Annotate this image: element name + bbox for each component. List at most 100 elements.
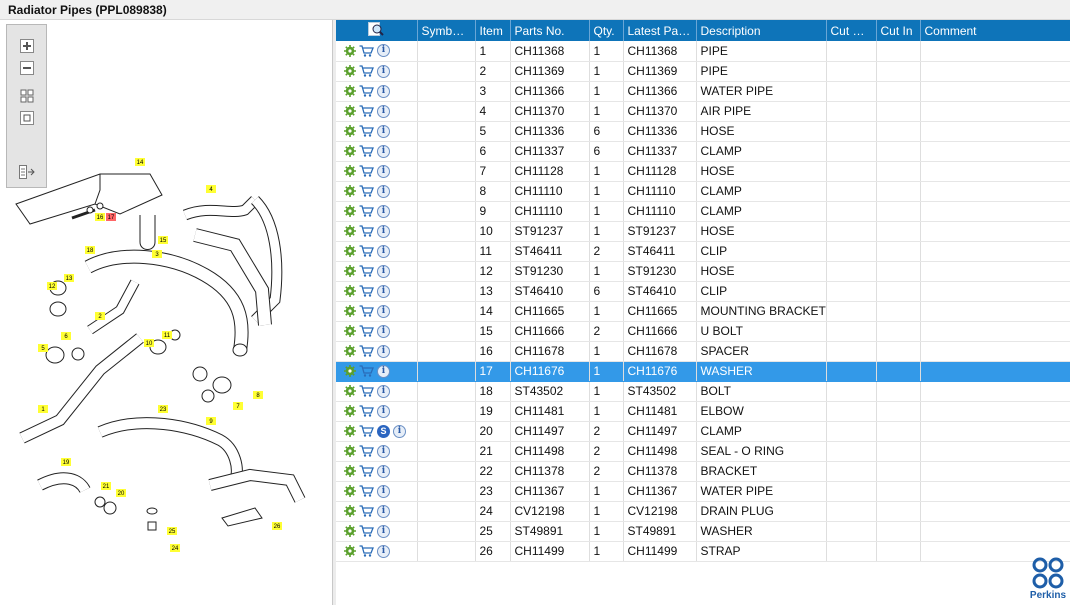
cart-icon[interactable] (359, 145, 374, 157)
cart-icon[interactable] (359, 125, 374, 137)
info-icon[interactable]: i (377, 344, 390, 358)
info-icon[interactable]: i (377, 44, 390, 58)
gear-icon[interactable] (344, 345, 356, 357)
exploded-diagram-panel[interactable]: 1 2 3 4 5 6 7 8 9 10 11 12 13 14 15 16 17 18 19 20 21 23 24 25 2… (0, 20, 333, 605)
callout-14[interactable]: 14 (135, 158, 145, 166)
cart-icon[interactable] (359, 285, 374, 297)
info-icon[interactable]: i (377, 284, 390, 298)
column-header-cut-in[interactable]: Cut In (876, 20, 921, 41)
gear-icon[interactable] (344, 485, 356, 497)
info-icon[interactable]: i (377, 164, 390, 178)
table-row[interactable]: i 2 CH11369 1 CH11369 PIPE (336, 61, 1070, 82)
info-icon[interactable]: i (377, 124, 390, 138)
callout-19[interactable]: 19 (61, 458, 71, 466)
cart-icon[interactable] (359, 345, 374, 357)
table-row[interactable]: i 4 CH11370 1 CH11370 AIR PIPE (336, 101, 1070, 122)
cart-icon[interactable] (359, 45, 374, 57)
table-row[interactable]: i 5 CH11336 6 CH11336 HOSE (336, 121, 1070, 142)
callout-9[interactable]: 9 (206, 417, 216, 425)
table-row[interactable]: i 1 CH11368 1 CH11368 PIPE (336, 41, 1070, 62)
column-header-symbols[interactable]: Symbol(s) (417, 20, 476, 41)
callout-23[interactable]: 23 (158, 405, 168, 413)
gear-icon[interactable] (344, 545, 356, 557)
info-icon[interactable]: i (377, 464, 390, 478)
callout-12[interactable]: 12 (47, 282, 57, 290)
table-row[interactable]: i 21 CH11498 2 CH11498 SEAL - O RING (336, 441, 1070, 462)
info-icon[interactable]: i (377, 204, 390, 218)
cart-icon[interactable] (359, 205, 374, 217)
gear-icon[interactable] (344, 385, 356, 397)
info-icon[interactable]: i (377, 224, 390, 238)
info-icon[interactable]: i (377, 544, 390, 558)
column-header-description[interactable]: Description (696, 20, 827, 41)
table-row[interactable]: i 3 CH11366 1 CH11366 WATER PIPE (336, 81, 1070, 102)
info-icon[interactable]: i (377, 264, 390, 278)
callout-5[interactable]: 5 (38, 344, 48, 352)
table-row[interactable]: i 18 ST43502 1 ST43502 BOLT (336, 381, 1070, 402)
info-icon[interactable]: i (377, 144, 390, 158)
callout-10[interactable]: 10 (144, 339, 154, 347)
zoom-out-button[interactable] (17, 59, 37, 77)
gear-icon[interactable] (344, 205, 356, 217)
callout-2[interactable]: 2 (95, 312, 105, 320)
callout-25[interactable]: 25 (167, 527, 177, 535)
info-icon[interactable]: i (377, 64, 390, 78)
gear-icon[interactable] (344, 165, 356, 177)
gear-icon[interactable] (344, 65, 356, 77)
search-filter-icon[interactable] (368, 21, 384, 37)
info-icon[interactable]: i (377, 504, 390, 518)
cart-icon[interactable] (359, 485, 374, 497)
sidebar-toggle-button[interactable] (17, 163, 37, 181)
callout-21[interactable]: 21 (101, 482, 111, 490)
gear-icon[interactable] (344, 265, 356, 277)
info-icon[interactable]: i (377, 524, 390, 538)
table-row[interactable]: i 7 CH11128 1 CH11128 HOSE (336, 161, 1070, 182)
gear-icon[interactable] (344, 445, 356, 457)
gear-icon[interactable] (344, 525, 356, 537)
callout-4[interactable]: 4 (206, 185, 216, 193)
gear-icon[interactable] (344, 505, 356, 517)
table-row[interactable]: i 23 CH11367 1 CH11367 WATER PIPE (336, 481, 1070, 502)
gear-icon[interactable] (344, 405, 356, 417)
fit-window-button[interactable] (17, 109, 37, 127)
gear-icon[interactable] (344, 465, 356, 477)
column-header-icons[interactable] (336, 20, 418, 41)
gear-icon[interactable] (344, 225, 356, 237)
info-icon[interactable]: i (377, 364, 390, 378)
cart-icon[interactable] (359, 85, 374, 97)
table-row[interactable]: i 6 CH11337 6 CH11337 CLAMP (336, 141, 1070, 162)
callout-13[interactable]: 13 (64, 274, 74, 282)
callout-7[interactable]: 7 (233, 402, 243, 410)
table-row[interactable]: Si 20 CH11497 2 CH11497 CLAMP (336, 421, 1070, 442)
gear-icon[interactable] (344, 145, 356, 157)
table-row[interactable]: i 16 CH11678 1 CH11678 SPACER (336, 341, 1070, 362)
table-row[interactable]: i 22 CH11378 2 CH11378 BRACKET (336, 461, 1070, 482)
table-row[interactable]: i 15 CH11666 2 CH11666 U BOLT (336, 321, 1070, 342)
cart-icon[interactable] (359, 465, 374, 477)
info-icon[interactable]: i (377, 244, 390, 258)
callout-18[interactable]: 18 (85, 246, 95, 254)
table-row[interactable]: i 10 ST91237 1 ST91237 HOSE (336, 221, 1070, 242)
table-row[interactable]: i 12 ST91230 1 ST91230 HOSE (336, 261, 1070, 282)
cart-icon[interactable] (359, 305, 374, 317)
cart-icon[interactable] (359, 445, 374, 457)
cart-icon[interactable] (359, 505, 374, 517)
info-icon[interactable]: i (377, 184, 390, 198)
cart-icon[interactable] (359, 545, 374, 557)
info-icon[interactable]: i (377, 324, 390, 338)
callout-1[interactable]: 1 (38, 405, 48, 413)
cart-icon[interactable] (359, 385, 374, 397)
cart-icon[interactable] (359, 225, 374, 237)
callout-6[interactable]: 6 (61, 332, 71, 340)
column-header-latest-part[interactable]: Latest Part... (623, 20, 697, 41)
cart-icon[interactable] (359, 65, 374, 77)
info-icon[interactable]: i (377, 84, 390, 98)
gear-icon[interactable] (344, 245, 356, 257)
gear-icon[interactable] (344, 425, 356, 437)
callout-8[interactable]: 8 (253, 391, 263, 399)
callout-17[interactable]: 17 (106, 213, 116, 221)
gear-icon[interactable] (344, 185, 356, 197)
table-row[interactable]: i 13 ST46410 6 ST46410 CLIP (336, 281, 1070, 302)
column-header-cut-out[interactable]: Cut Out (826, 20, 877, 41)
table-row[interactable]: i 26 CH11499 1 CH11499 STRAP (336, 541, 1070, 562)
